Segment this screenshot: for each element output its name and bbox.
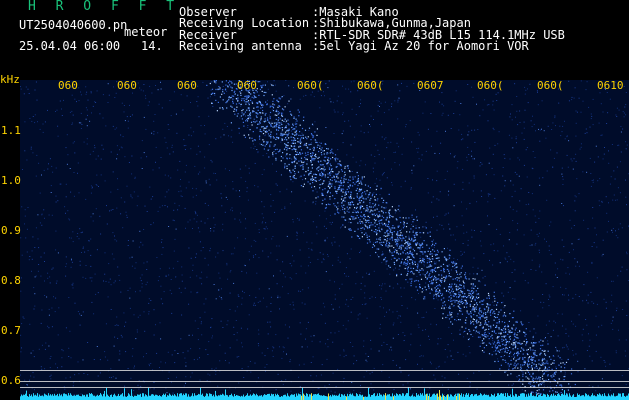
file-name: UT2504040600.pn [19, 18, 128, 32]
freq-tick: 0.7 [1, 324, 21, 337]
time-tick: 060( [537, 79, 564, 92]
freq-tick: 1.1 [1, 124, 21, 137]
time-tick: 060 [237, 79, 257, 92]
spectrogram-canvas [20, 80, 629, 400]
meteor-tag: meteor [124, 25, 168, 39]
value-antenna: :5el Yagi Az 20 for Aomori VOR [312, 39, 529, 53]
freq-tick: 0.6 [1, 374, 21, 387]
hrofft-brand: H R O F F T [28, 0, 181, 14]
spectrogram-plot [20, 80, 629, 400]
reference-line-upper [20, 370, 629, 371]
freq-tick: 0.8 [1, 274, 21, 287]
time-tick: 060( [357, 79, 384, 92]
time-axis: 060 060 060 060 060( 060( 0607 060( 060(… [0, 80, 629, 94]
meteor-count: 14. [141, 39, 163, 53]
time-tick: 0610 [597, 79, 624, 92]
time-tick: 060 [117, 79, 137, 92]
time-tick: 060( [297, 79, 324, 92]
time-tick: 060 [177, 79, 197, 92]
freq-tick: 1.0 [1, 174, 21, 187]
spectrogram-background [20, 80, 629, 400]
reference-line-lower [20, 387, 629, 388]
time-tick: 060 [58, 79, 78, 92]
time-tick: 0607 [417, 79, 444, 92]
date-time: 25.04.04 06:00 [19, 39, 121, 53]
time-tick: 060( [477, 79, 504, 92]
freq-unit-label: kHz [0, 73, 20, 86]
freq-tick: 0.9 [1, 224, 21, 237]
header-panel: H R O F F T UT2504040600.pn meteor 25.04… [0, 0, 629, 80]
reference-line-mid [20, 381, 629, 382]
label-antenna: Receiving antenna [179, 39, 302, 53]
